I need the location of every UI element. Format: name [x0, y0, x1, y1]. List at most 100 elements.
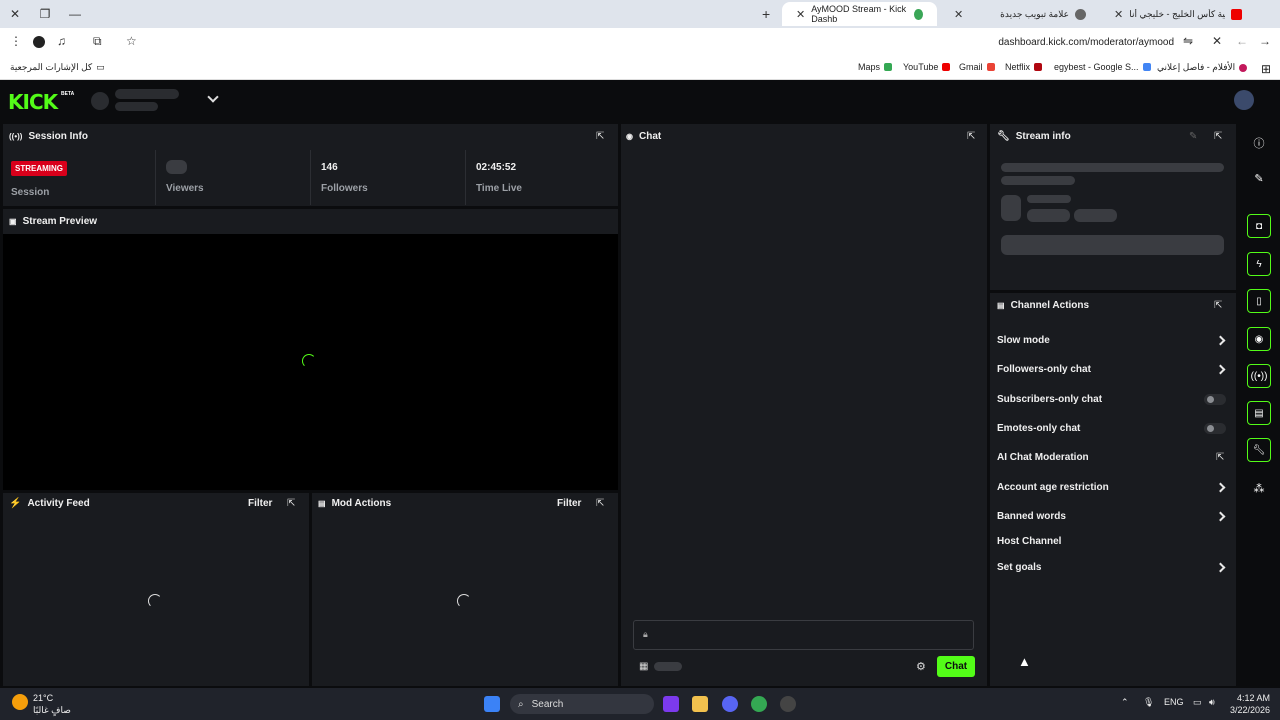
minimize-window-icon[interactable]: — — [60, 7, 90, 21]
close-tab-icon[interactable]: ✕ — [954, 8, 963, 21]
action-slow-mode[interactable]: Slow mode — [997, 335, 1050, 346]
popout-icon[interactable]: ⇱ — [1214, 300, 1224, 311]
rail-activity-button[interactable]: ϟ — [1247, 252, 1271, 276]
bookmark-youtube[interactable]: YouTube — [903, 62, 951, 72]
app-icon[interactable] — [780, 696, 796, 712]
bookmark-egybest[interactable]: egybest - Google S... — [1054, 62, 1151, 72]
popout-icon[interactable]: ⇱ — [596, 498, 606, 509]
mod-actions-filter-button[interactable]: Filter — [557, 498, 581, 509]
bookmark-label: YouTube — [903, 62, 939, 72]
info-icon[interactable]: ⓘ — [1252, 135, 1266, 151]
stop-loading-icon[interactable]: ✕ — [1212, 34, 1222, 48]
taskbar-search[interactable]: ⌕ Search — [510, 694, 654, 714]
tab-youtube-song[interactable]: ✕ أغنية كأس الخليج - خليجي أنا | ee — [1100, 2, 1256, 26]
tab-new-tab[interactable]: ✕ علامة تبويب جديدة — [940, 2, 1100, 26]
youtube-icon — [1231, 8, 1242, 20]
action-account-age-restriction[interactable]: Account age restriction — [997, 482, 1109, 493]
extensions-icon[interactable]: ⧉ — [93, 34, 102, 49]
network-icon[interactable]: ▭ — [1193, 697, 1202, 708]
discord-icon[interactable] — [722, 696, 738, 712]
bookmark-star-icon[interactable]: ☆ — [126, 34, 137, 48]
wrench-icon: 🔧︎ — [997, 131, 1010, 142]
chrome-icon[interactable] — [751, 696, 767, 712]
viewers-label: Viewers — [166, 183, 204, 194]
restore-window-icon[interactable]: ❐ — [30, 7, 60, 21]
forward-arrow-icon[interactable]: → — [1259, 34, 1271, 48]
store-icon[interactable]: ▦ — [639, 661, 648, 672]
popout-icon[interactable]: ⇱ — [1214, 131, 1224, 142]
action-banned-words[interactable]: Banned words — [997, 511, 1066, 522]
windows-start-icon[interactable] — [484, 696, 500, 712]
bookmark-maps[interactable]: Maps — [858, 62, 893, 72]
panel-title: Activity Feed — [27, 498, 90, 509]
rail-mod-actions-button[interactable]: ▯ — [1247, 289, 1271, 313]
bookmark-gmail[interactable]: Gmail — [959, 62, 995, 72]
external-link-icon[interactable]: ⇱ — [1216, 452, 1224, 463]
clock-date[interactable]: 3/22/2026 — [1230, 705, 1270, 715]
tab-kick-dashboard[interactable]: ✕ AyMOOD Stream - Kick Dashb — [782, 2, 937, 26]
subscribers-only-toggle[interactable] — [1204, 394, 1226, 405]
action-host-channel[interactable]: Host Channel — [997, 536, 1061, 547]
stream-info-panel — [990, 124, 1236, 290]
action-ai-chat-moderation[interactable]: AI Chat Moderation — [997, 452, 1089, 463]
new-tab-icon[interactable]: + — [762, 6, 770, 22]
apps-grid-icon[interactable]: ⊞ — [1261, 62, 1271, 76]
tag-placeholder — [1027, 209, 1070, 222]
rail-camera-button[interactable]: ◘ — [1247, 214, 1271, 238]
close-tab-icon[interactable]: ✕ — [796, 8, 805, 21]
menu-dots-icon[interactable]: ⋮ — [10, 34, 22, 48]
chat-settings-gear-icon[interactable]: ⚙ — [916, 660, 926, 673]
loading-spinner-icon — [148, 594, 162, 608]
layout-icon[interactable]: ⁂ — [1252, 482, 1266, 495]
tune-icon[interactable]: ⇋ — [1183, 34, 1193, 48]
edit-pencil-icon[interactable]: ✎ — [1252, 172, 1266, 185]
wrench-icon: 🔧︎ — [1252, 444, 1266, 456]
weather-sun-icon[interactable] — [12, 694, 28, 710]
chat-header: ◉ Chat — [626, 131, 661, 142]
popout-icon[interactable]: ⇱ — [596, 131, 606, 142]
rail-session-button[interactable]: ((•)) — [1247, 364, 1271, 388]
user-avatar[interactable] — [1234, 90, 1254, 110]
clock-time[interactable]: 4:12 AM — [1237, 693, 1270, 703]
bookmark-movies[interactable]: الأفلام - فاصل إعلاني — [1157, 62, 1248, 73]
close-tab-icon[interactable]: ✕ — [1114, 8, 1123, 21]
stream-title-placeholder — [1001, 163, 1224, 172]
actions-icon: ▤ — [997, 301, 1005, 310]
back-arrow-icon[interactable]: ← — [1236, 34, 1248, 48]
rail-chat-button[interactable]: ◉ — [1247, 327, 1271, 351]
bookmark-netflix[interactable]: Netflix — [1005, 62, 1043, 72]
language-indicator[interactable]: ENG — [1164, 697, 1184, 707]
chevron-up-icon[interactable]: ⌃ — [1121, 697, 1129, 708]
tab-favicon-icon — [914, 8, 923, 20]
send-chat-button[interactable]: Chat — [937, 656, 975, 677]
profile-avatar[interactable] — [33, 36, 45, 48]
media-controls-icon[interactable]: ♫ — [57, 34, 66, 48]
emotes-only-toggle[interactable] — [1204, 423, 1226, 434]
search-icon: ⌕ — [518, 698, 524, 710]
youtube-icon — [942, 63, 951, 71]
rail-channel-actions-button[interactable]: ▤ — [1247, 401, 1271, 425]
bookmark-label: Netflix — [1005, 62, 1031, 72]
edit-pencil-icon[interactable]: ✎ — [1189, 131, 1197, 142]
action-set-goals[interactable]: Set goals — [997, 562, 1041, 573]
loading-spinner-icon — [302, 354, 316, 368]
category-thumb-placeholder — [1001, 195, 1021, 221]
copilot-icon[interactable] — [663, 696, 679, 712]
url-text[interactable]: dashboard.kick.com/moderator/aymood — [998, 37, 1174, 48]
kick-logo[interactable]: KICK — [8, 90, 58, 114]
all-bookmarks-folder[interactable]: كل الإشارات المرجعية ▭ — [10, 62, 105, 73]
activity-feed-panel — [3, 493, 309, 686]
tab-title: علامة تبويب جديدة — [1000, 8, 1069, 19]
time-live-label: Time Live — [476, 183, 522, 194]
popout-icon[interactable]: ⇱ — [287, 498, 297, 509]
file-explorer-icon[interactable] — [692, 696, 708, 712]
chat-message-input[interactable] — [633, 620, 974, 650]
microphone-icon[interactable]: 🎙︎ — [1143, 697, 1154, 708]
popout-icon[interactable]: ⇱ — [967, 131, 977, 142]
rail-stream-info-button[interactable]: 🔧︎ — [1247, 438, 1271, 462]
tag-placeholder — [1074, 209, 1117, 222]
activity-filter-button[interactable]: Filter — [248, 498, 272, 509]
volume-icon[interactable]: 🔊︎ — [1209, 697, 1215, 708]
close-window-icon[interactable]: ✕ — [0, 7, 30, 21]
action-followers-only-chat[interactable]: Followers-only chat — [997, 364, 1091, 375]
